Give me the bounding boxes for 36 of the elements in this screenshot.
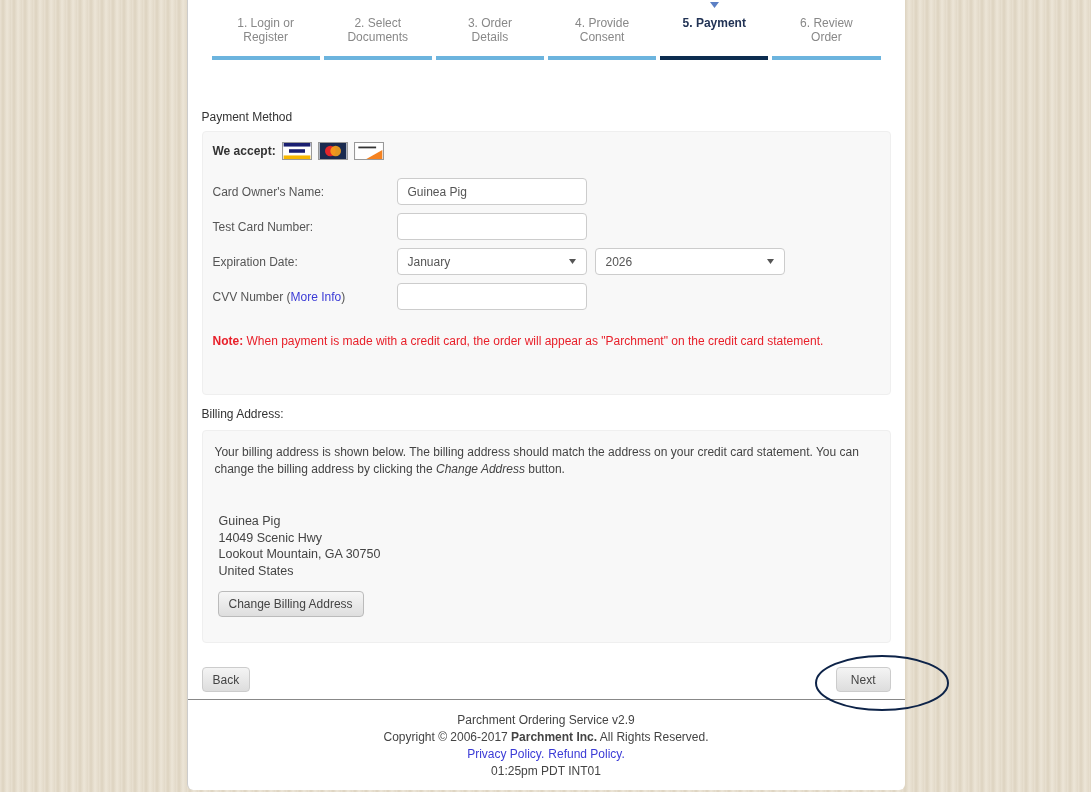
caret-icon bbox=[766, 259, 774, 264]
change-address-button[interactable]: Change Billing Address bbox=[217, 591, 364, 617]
month-select[interactable]: January bbox=[396, 248, 587, 275]
field-label: Card Owner's Name: bbox=[212, 184, 325, 199]
address-line: United States bbox=[218, 562, 295, 579]
text-field[interactable]: Guinea Pig bbox=[396, 178, 587, 205]
text-field[interactable] bbox=[396, 283, 587, 310]
section-heading: Payment Method bbox=[201, 109, 294, 126]
step-tab[interactable]: 1. Login or Register bbox=[211, 16, 320, 60]
step-tab[interactable]: 2. Select Documents bbox=[323, 16, 432, 60]
address-line: Guinea Pig bbox=[218, 513, 282, 530]
step-tab[interactable]: 5. Payment bbox=[660, 16, 769, 60]
year-select[interactable]: 2026 bbox=[594, 248, 785, 275]
address-line: Lookout Mountain, GA 30750 bbox=[218, 546, 382, 563]
address-line: 14049 Scenic Hwy bbox=[218, 529, 324, 546]
billing-intro: Your billing address is shown below. The billing address should match the address on your credit card statement. You can change the billing address by clicking the Change Address button. bbox=[214, 444, 860, 478]
field-label: Expiration Date: bbox=[212, 254, 298, 269]
step-tab[interactable]: 4. Provide Consent bbox=[548, 16, 657, 60]
policy-link[interactable]: Privacy Policy. bbox=[467, 746, 545, 763]
policy-link[interactable]: Refund Policy. bbox=[548, 746, 625, 763]
next-button[interactable]: Next bbox=[835, 667, 891, 692]
step-tab[interactable]: 3. Order Details bbox=[435, 16, 544, 60]
server-time: 01:25pm PDT INT01 bbox=[491, 763, 601, 780]
step-marker-icon bbox=[709, 2, 719, 8]
section-heading: Billing Address: bbox=[201, 406, 285, 423]
more-info-link[interactable]: More Info bbox=[290, 289, 342, 304]
text-field[interactable] bbox=[396, 213, 587, 240]
accept-label: We accept: bbox=[212, 143, 276, 160]
payment-note: Note: When payment is made with a credit card, the order will appear as "Parchment" on the credit card statement. bbox=[212, 333, 825, 350]
caret-icon bbox=[568, 259, 576, 264]
field-label: CVV Number (More Info) bbox=[212, 289, 346, 304]
field-label: Test Card Number: bbox=[212, 219, 314, 234]
service-version: Parchment Ordering Service v2.9 bbox=[457, 712, 635, 729]
copyright-text: Copyright © 2006-2017 Parchment Inc. All Rights Reserved. bbox=[383, 729, 709, 746]
step-tab[interactable]: 6. Review Order bbox=[772, 16, 881, 60]
back-button[interactable]: Back bbox=[201, 667, 251, 692]
